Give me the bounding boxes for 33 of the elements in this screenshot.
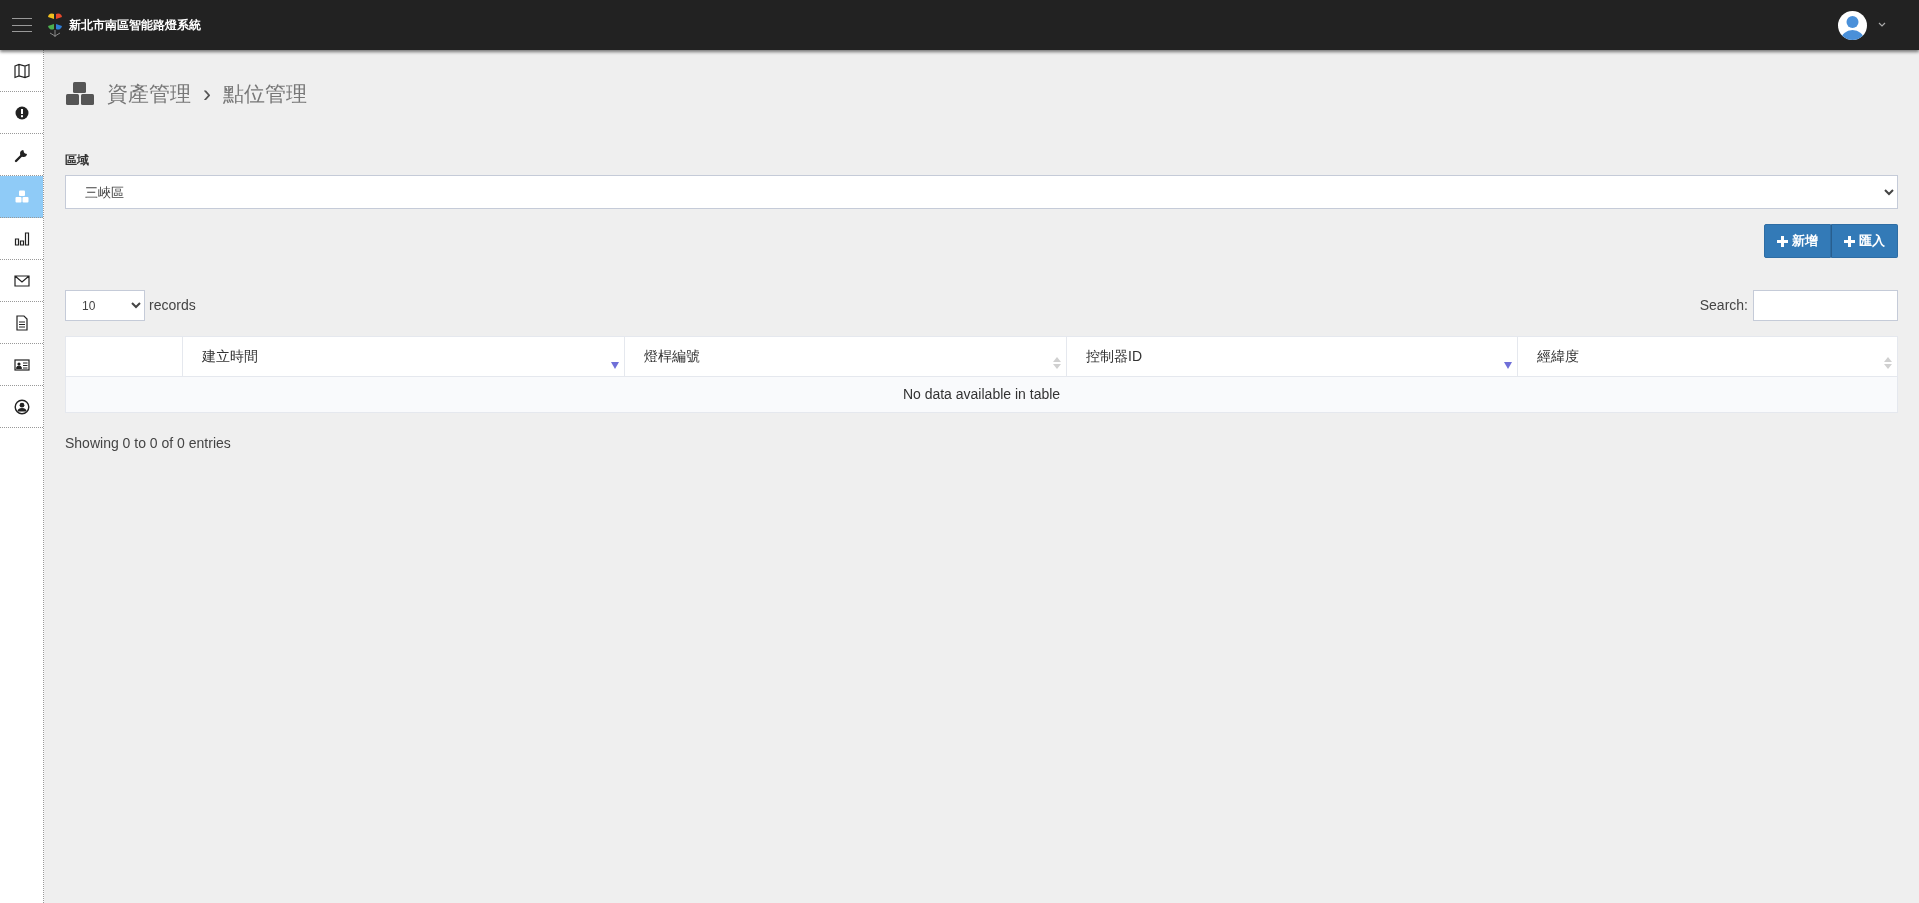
- column-header[interactable]: 燈桿編號: [624, 336, 1067, 377]
- logo-icon: [45, 12, 65, 38]
- table-info: Showing 0 to 0 of 0 entries: [65, 434, 232, 453]
- column-header[interactable]: 建立時間: [182, 336, 625, 377]
- column-header[interactable]: 經緯度: [1517, 336, 1898, 377]
- menu-icon[interactable]: [12, 18, 32, 32]
- caret-icon[interactable]: [1877, 21, 1887, 29]
- toolbar-button[interactable]: 匯入: [1831, 224, 1898, 258]
- app-title: 新北市南區智能路燈系統: [69, 17, 201, 34]
- bar-chart-icon: [13, 230, 30, 247]
- document-icon: [13, 314, 30, 331]
- region-select[interactable]: 三峽區: [65, 175, 1898, 209]
- cubes-icon: [65, 81, 95, 107]
- page-length-select[interactable]: 10: [65, 290, 145, 321]
- envelope-icon: [13, 272, 30, 289]
- user-circle-icon: [13, 398, 30, 415]
- records-label: records: [149, 296, 196, 315]
- search-label: Search:: [1699, 296, 1748, 315]
- id-card-icon: [13, 356, 30, 373]
- breadcrumb-item[interactable]: 資產管理: [107, 78, 191, 110]
- user-avatar[interactable]: [1838, 10, 1867, 40]
- exclamation-icon: [13, 104, 30, 121]
- breadcrumb-item: 點位管理: [223, 81, 307, 108]
- cubes-icon: [13, 188, 30, 205]
- search-field[interactable]: [1753, 290, 1898, 321]
- toolbar-button[interactable]: 新增: [1764, 224, 1831, 258]
- plus-icon: [1777, 235, 1788, 247]
- empty-table-message: No data available in table: [65, 376, 1898, 413]
- region-label: 區域: [65, 152, 90, 169]
- column-header[interactable]: 控制器ID: [1066, 336, 1518, 377]
- plus-icon: [1844, 235, 1855, 247]
- breadcrumb-separator: ›: [203, 79, 211, 109]
- map-icon: [13, 62, 30, 79]
